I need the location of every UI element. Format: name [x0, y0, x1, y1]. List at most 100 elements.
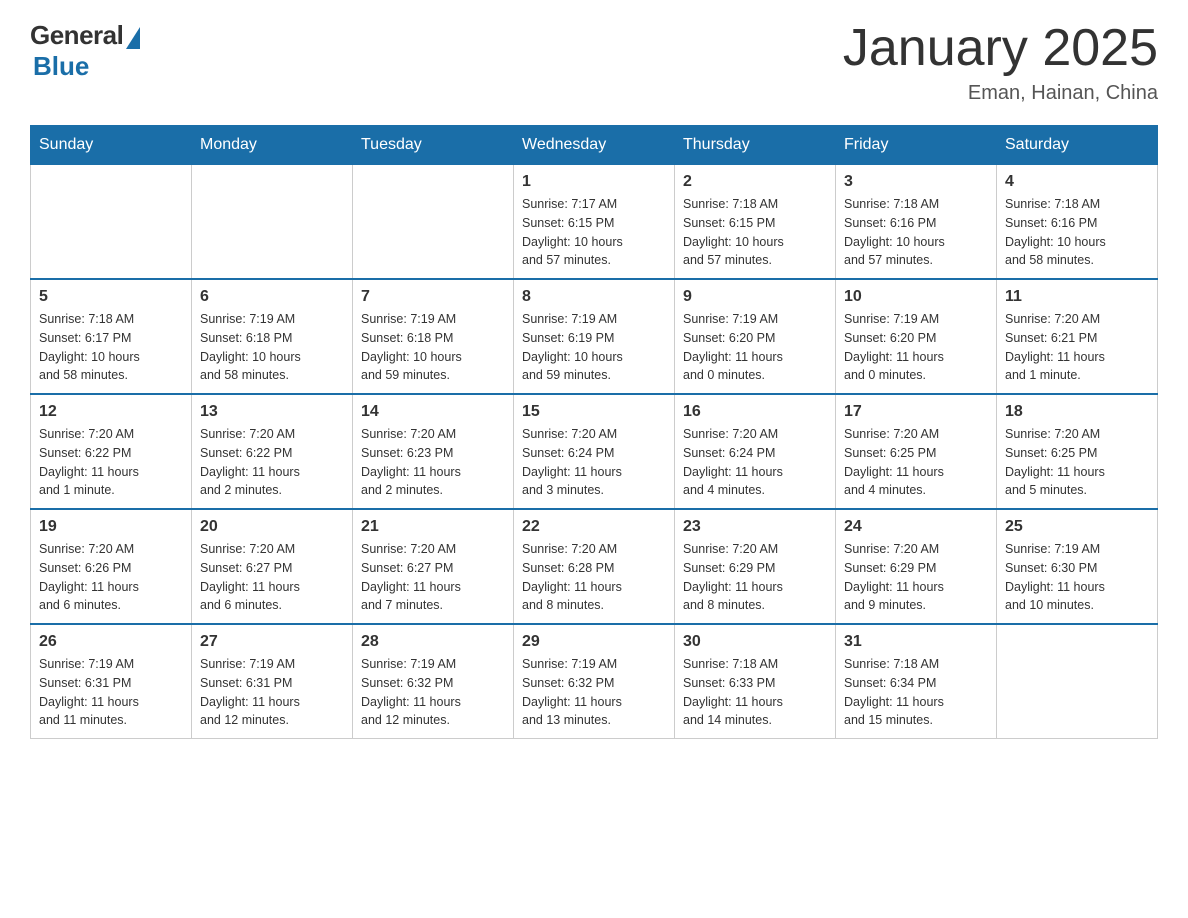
day-number: 19 — [39, 518, 183, 536]
day-number: 22 — [522, 518, 666, 536]
calendar-cell: 19 Sunrise: 7:20 AM Sunset: 6:26 PM Dayli… — [31, 509, 192, 624]
calendar-cell: 23Sunrise: 7:20 AM Sunset: 6:29 PM Dayli… — [675, 509, 836, 624]
calendar-day-header: Thursday — [675, 126, 836, 165]
calendar-day-header: Sunday — [31, 126, 192, 165]
calendar-cell: 29 Sunrise: 7:19 AM Sunset: 6:32 PM Dayli… — [514, 624, 675, 739]
day-number: 13 — [200, 403, 344, 421]
day-info: Sunrise: 7:17 AM Sunset: 6:15 PM Dayligh… — [522, 195, 666, 270]
day-info: Sunrise: 7:19 AM Sunset: 6:31 PM Dayligh… — [39, 655, 183, 730]
calendar-cell — [192, 165, 353, 280]
calendar-cell: 10 Sunrise: 7:19 AM Sunset: 6:20 PM Dayli… — [836, 279, 997, 394]
day-info: Sunrise: 7:19 AM Sunset: 6:18 PM Dayligh… — [361, 310, 505, 385]
day-info: Sunrise: 7:19 AM Sunset: 6:31 PM Dayligh… — [200, 655, 344, 730]
day-number: 29 — [522, 633, 666, 651]
day-info: Sunrise: 7:19 AM Sunset: 6:32 PM Dayligh… — [361, 655, 505, 730]
day-number: 4 — [1005, 173, 1149, 191]
calendar-week-row: 1 Sunrise: 7:17 AM Sunset: 6:15 PM Daylig… — [31, 165, 1158, 280]
day-number: 31 — [844, 633, 988, 651]
calendar-day-header: Monday — [192, 126, 353, 165]
day-number: 27 — [200, 633, 344, 651]
calendar-cell — [997, 624, 1158, 739]
day-info: Sunrise: 7:20 AM Sunset: 6:25 PM Dayligh… — [844, 425, 988, 500]
calendar-cell: 8Sunrise: 7:19 AM Sunset: 6:19 PM Daylig… — [514, 279, 675, 394]
day-number: 11 — [1005, 288, 1149, 306]
calendar-cell: 26 Sunrise: 7:19 AM Sunset: 6:31 PM Dayli… — [31, 624, 192, 739]
day-info: Sunrise: 7:20 AM Sunset: 6:27 PM Dayligh… — [200, 540, 344, 615]
calendar-table: SundayMondayTuesdayWednesdayThursdayFrid… — [30, 125, 1158, 739]
calendar-week-row: 19 Sunrise: 7:20 AM Sunset: 6:26 PM Dayli… — [31, 509, 1158, 624]
day-number: 26 — [39, 633, 183, 651]
day-info: Sunrise: 7:19 AM Sunset: 6:20 PM Dayligh… — [844, 310, 988, 385]
day-info: Sunrise: 7:18 AM Sunset: 6:17 PM Dayligh… — [39, 310, 183, 385]
day-info: Sunrise: 7:20 AM Sunset: 6:22 PM Dayligh… — [39, 425, 183, 500]
logo-blue-text: Blue — [33, 51, 89, 82]
day-number: 20 — [200, 518, 344, 536]
day-number: 10 — [844, 288, 988, 306]
day-number: 23 — [683, 518, 827, 536]
calendar-cell: 27 Sunrise: 7:19 AM Sunset: 6:31 PM Dayli… — [192, 624, 353, 739]
day-info: Sunrise: 7:19 AM Sunset: 6:20 PM Dayligh… — [683, 310, 827, 385]
day-info: Sunrise: 7:18 AM Sunset: 6:16 PM Dayligh… — [1005, 195, 1149, 270]
calendar-week-row: 12Sunrise: 7:20 AM Sunset: 6:22 PM Dayli… — [31, 394, 1158, 509]
calendar-cell: 2 Sunrise: 7:18 AM Sunset: 6:15 PM Daylig… — [675, 165, 836, 280]
calendar-cell: 14Sunrise: 7:20 AM Sunset: 6:23 PM Dayli… — [353, 394, 514, 509]
day-number: 25 — [1005, 518, 1149, 536]
day-number: 21 — [361, 518, 505, 536]
calendar-cell: 13 Sunrise: 7:20 AM Sunset: 6:22 PM Dayli… — [192, 394, 353, 509]
calendar-cell: 25Sunrise: 7:19 AM Sunset: 6:30 PM Dayli… — [997, 509, 1158, 624]
day-number: 9 — [683, 288, 827, 306]
day-number: 7 — [361, 288, 505, 306]
day-number: 2 — [683, 173, 827, 191]
day-info: Sunrise: 7:20 AM Sunset: 6:25 PM Dayligh… — [1005, 425, 1149, 500]
day-info: Sunrise: 7:19 AM Sunset: 6:32 PM Dayligh… — [522, 655, 666, 730]
calendar-cell: 5 Sunrise: 7:18 AM Sunset: 6:17 PM Daylig… — [31, 279, 192, 394]
calendar-cell: 6Sunrise: 7:19 AM Sunset: 6:18 PM Daylig… — [192, 279, 353, 394]
day-info: Sunrise: 7:20 AM Sunset: 6:24 PM Dayligh… — [522, 425, 666, 500]
calendar-cell: 24Sunrise: 7:20 AM Sunset: 6:29 PM Dayli… — [836, 509, 997, 624]
calendar-cell: 30 Sunrise: 7:18 AM Sunset: 6:33 PM Dayli… — [675, 624, 836, 739]
day-info: Sunrise: 7:20 AM Sunset: 6:21 PM Dayligh… — [1005, 310, 1149, 385]
location-title: Eman, Hainan, China — [843, 82, 1158, 105]
day-number: 3 — [844, 173, 988, 191]
day-info: Sunrise: 7:20 AM Sunset: 6:23 PM Dayligh… — [361, 425, 505, 500]
calendar-day-header: Friday — [836, 126, 997, 165]
day-number: 6 — [200, 288, 344, 306]
calendar-cell: 22 Sunrise: 7:20 AM Sunset: 6:28 PM Dayli… — [514, 509, 675, 624]
calendar-cell — [31, 165, 192, 280]
page-header: General Blue January 2025 Eman, Hainan, … — [30, 20, 1158, 105]
day-number: 28 — [361, 633, 505, 651]
day-number: 5 — [39, 288, 183, 306]
calendar-week-row: 5 Sunrise: 7:18 AM Sunset: 6:17 PM Daylig… — [31, 279, 1158, 394]
calendar-cell — [353, 165, 514, 280]
day-number: 8 — [522, 288, 666, 306]
month-title: January 2025 — [843, 20, 1158, 77]
day-info: Sunrise: 7:20 AM Sunset: 6:28 PM Dayligh… — [522, 540, 666, 615]
logo-triangle-icon — [126, 27, 140, 49]
day-info: Sunrise: 7:18 AM Sunset: 6:15 PM Dayligh… — [683, 195, 827, 270]
calendar-cell: 28 Sunrise: 7:19 AM Sunset: 6:32 PM Dayli… — [353, 624, 514, 739]
calendar-cell: 20 Sunrise: 7:20 AM Sunset: 6:27 PM Dayli… — [192, 509, 353, 624]
calendar-cell: 1 Sunrise: 7:17 AM Sunset: 6:15 PM Daylig… — [514, 165, 675, 280]
day-info: Sunrise: 7:18 AM Sunset: 6:33 PM Dayligh… — [683, 655, 827, 730]
day-info: Sunrise: 7:18 AM Sunset: 6:16 PM Dayligh… — [844, 195, 988, 270]
calendar-cell: 31 Sunrise: 7:18 AM Sunset: 6:34 PM Dayli… — [836, 624, 997, 739]
calendar-cell: 18 Sunrise: 7:20 AM Sunset: 6:25 PM Dayli… — [997, 394, 1158, 509]
day-info: Sunrise: 7:20 AM Sunset: 6:22 PM Dayligh… — [200, 425, 344, 500]
calendar-header-row: SundayMondayTuesdayWednesdayThursdayFrid… — [31, 126, 1158, 165]
logo-general-text: General — [30, 20, 123, 51]
day-number: 16 — [683, 403, 827, 421]
day-number: 24 — [844, 518, 988, 536]
day-number: 1 — [522, 173, 666, 191]
title-section: January 2025 Eman, Hainan, China — [843, 20, 1158, 105]
calendar-cell: 17 Sunrise: 7:20 AM Sunset: 6:25 PM Dayli… — [836, 394, 997, 509]
calendar-day-header: Tuesday — [353, 126, 514, 165]
day-number: 18 — [1005, 403, 1149, 421]
day-info: Sunrise: 7:18 AM Sunset: 6:34 PM Dayligh… — [844, 655, 988, 730]
day-number: 17 — [844, 403, 988, 421]
calendar-cell: 3 Sunrise: 7:18 AM Sunset: 6:16 PM Daylig… — [836, 165, 997, 280]
calendar-cell: 16Sunrise: 7:20 AM Sunset: 6:24 PM Dayli… — [675, 394, 836, 509]
calendar-cell: 7 Sunrise: 7:19 AM Sunset: 6:18 PM Daylig… — [353, 279, 514, 394]
day-number: 30 — [683, 633, 827, 651]
day-info: Sunrise: 7:20 AM Sunset: 6:26 PM Dayligh… — [39, 540, 183, 615]
calendar-cell: 15Sunrise: 7:20 AM Sunset: 6:24 PM Dayli… — [514, 394, 675, 509]
